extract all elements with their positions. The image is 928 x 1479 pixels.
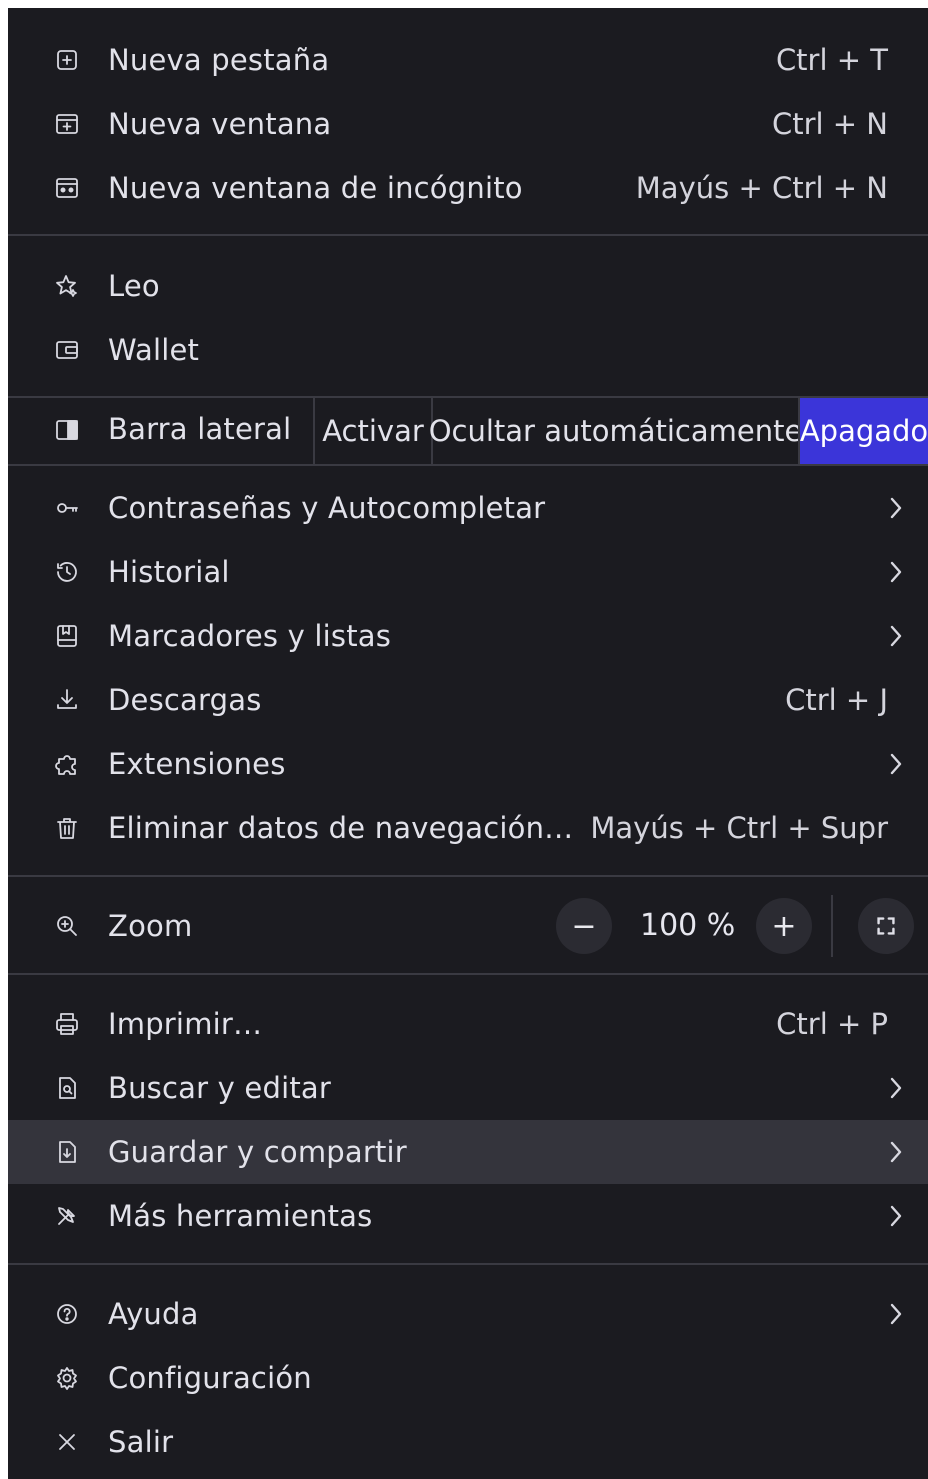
shortcut-label: Ctrl + P xyxy=(776,1007,888,1041)
menu-item-new-window[interactable]: Nueva ventana Ctrl + N xyxy=(8,92,928,156)
fullscreen-icon xyxy=(877,917,895,935)
zoom-icon xyxy=(52,911,82,941)
divider xyxy=(8,1263,928,1265)
menu-item-label: Extensiones xyxy=(108,747,286,781)
menu-item-label: Configuración xyxy=(108,1361,312,1395)
wallet-icon xyxy=(52,335,82,365)
menu-item-label: Marcadores y listas xyxy=(108,619,392,653)
divider xyxy=(8,875,928,877)
divider xyxy=(8,973,928,975)
menu-item-more-tools[interactable]: Más herramientas xyxy=(8,1184,928,1248)
menu-item-label: Contraseñas y Autocompletar xyxy=(108,491,546,525)
menu-item-leo[interactable]: Leo xyxy=(8,254,928,318)
menu-item-history[interactable]: Historial xyxy=(8,540,928,604)
shortcut-label: Ctrl + N xyxy=(771,107,888,141)
menu-item-exit[interactable]: Salir xyxy=(8,1410,928,1474)
key-icon xyxy=(52,493,82,523)
menu-item-bookmarks[interactable]: Marcadores y listas xyxy=(8,604,928,668)
help-icon xyxy=(52,1299,82,1329)
menu-item-downloads[interactable]: Descargas Ctrl + J xyxy=(8,668,928,732)
chevron-right-icon xyxy=(886,557,906,587)
menu-item-incognito[interactable]: Nueva ventana de incógnito Mayús + Ctrl … xyxy=(8,156,928,220)
menu-item-label: Historial xyxy=(108,555,230,589)
divider xyxy=(8,234,928,236)
history-icon xyxy=(52,557,82,587)
zoom-row: Zoom − 100 % + xyxy=(8,894,928,958)
shortcut-label: Mayús + Ctrl + Supr xyxy=(590,811,888,845)
menu-item-label: Salir xyxy=(108,1425,174,1459)
menu-item-print[interactable]: Imprimir… Ctrl + P xyxy=(8,992,928,1056)
menu-item-label: Descargas xyxy=(108,683,262,717)
sidebar-icon xyxy=(52,415,82,445)
zoom-label: Zoom xyxy=(108,909,193,943)
fullscreen-button[interactable] xyxy=(858,898,914,954)
menu-item-wallet[interactable]: Wallet xyxy=(8,318,928,382)
new-tab-icon xyxy=(52,45,82,75)
menu-item-find-edit[interactable]: Buscar y editar xyxy=(8,1056,928,1120)
sidebar-toggle-row: Barra lateral Activar Ocultar automática… xyxy=(8,396,928,466)
puzzle-icon xyxy=(52,749,82,779)
menu-item-new-tab[interactable]: Nueva pestaña Ctrl + T xyxy=(8,28,928,92)
sidebar-option-activar[interactable]: Activar xyxy=(313,398,431,464)
chevron-right-icon xyxy=(886,1137,906,1167)
zoom-out-button[interactable]: − xyxy=(556,898,612,954)
chevron-right-icon xyxy=(886,749,906,779)
chevron-right-icon xyxy=(886,1299,906,1329)
chevron-right-icon xyxy=(886,1201,906,1231)
shortcut-label: Ctrl + J xyxy=(785,683,888,717)
zoom-value: 100 % xyxy=(640,908,736,943)
save-icon xyxy=(52,1137,82,1167)
menu-item-label: Wallet xyxy=(108,333,200,367)
gear-icon xyxy=(52,1363,82,1393)
shortcut-label: Ctrl + T xyxy=(775,43,888,77)
sidebar-label: Barra lateral xyxy=(108,412,292,446)
tools-icon xyxy=(52,1201,82,1231)
app-menu: Nueva pestaña Ctrl + T Nueva ventana Ctr… xyxy=(8,8,928,1479)
trash-icon xyxy=(52,813,82,843)
menu-item-save-share[interactable]: Guardar y compartir xyxy=(8,1120,928,1184)
menu-item-passwords[interactable]: Contraseñas y Autocompletar xyxy=(8,476,928,540)
menu-item-label: Imprimir… xyxy=(108,1007,263,1041)
find-icon xyxy=(52,1073,82,1103)
menu-item-label: Ayuda xyxy=(108,1297,199,1331)
zoom-in-button[interactable]: + xyxy=(756,898,812,954)
menu-item-label: Leo xyxy=(108,269,160,303)
menu-item-label: Nueva ventana xyxy=(108,107,332,141)
menu-item-label: Buscar y editar xyxy=(108,1071,331,1105)
print-icon xyxy=(52,1009,82,1039)
download-icon xyxy=(52,685,82,715)
menu-item-help[interactable]: Ayuda xyxy=(8,1282,928,1346)
chevron-right-icon xyxy=(886,493,906,523)
menu-item-extensions[interactable]: Extensiones xyxy=(8,732,928,796)
menu-item-clear-data[interactable]: Eliminar datos de navegación… Mayús + Ct… xyxy=(8,796,928,860)
shortcut-label: Mayús + Ctrl + N xyxy=(635,171,888,205)
menu-item-label: Nueva ventana de incógnito xyxy=(108,171,523,205)
menu-item-label: Eliminar datos de navegación… xyxy=(108,811,574,845)
close-icon xyxy=(52,1427,82,1457)
menu-item-label: Nueva pestaña xyxy=(108,43,330,77)
menu-item-settings[interactable]: Configuración xyxy=(8,1346,928,1410)
menu-item-label: Guardar y compartir xyxy=(108,1135,407,1169)
sidebar-option-apagado[interactable]: Apagado xyxy=(798,398,928,464)
new-window-icon xyxy=(52,109,82,139)
leo-icon xyxy=(52,271,82,301)
bookmarks-icon xyxy=(52,621,82,651)
sidebar-option-ocultar[interactable]: Ocultar automáticamente xyxy=(429,398,802,464)
incognito-icon xyxy=(52,173,82,203)
chevron-right-icon xyxy=(886,1073,906,1103)
chevron-right-icon xyxy=(886,621,906,651)
menu-item-label: Más herramientas xyxy=(108,1199,373,1233)
zoom-separator xyxy=(831,895,833,957)
